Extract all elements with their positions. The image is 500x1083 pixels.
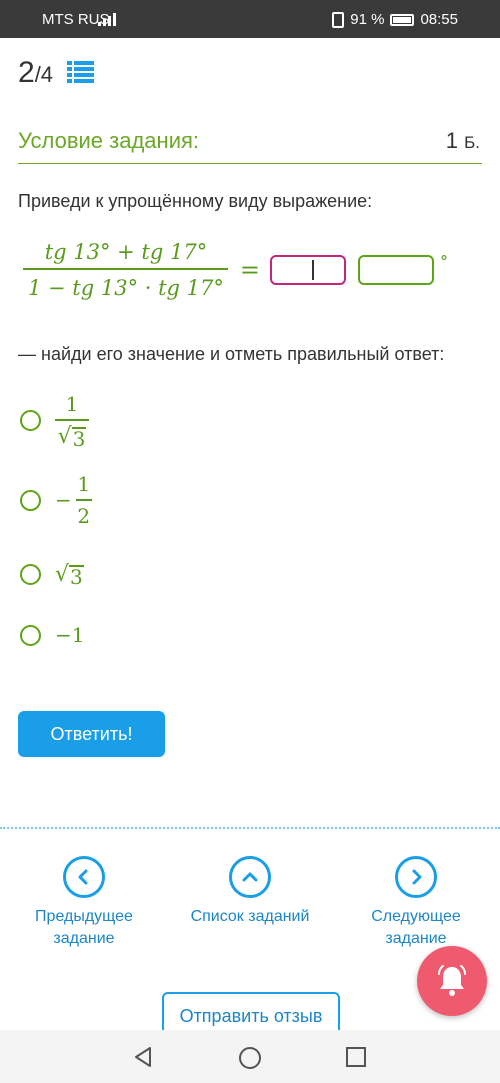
- option-3[interactable]: √ 3: [20, 562, 84, 587]
- battery-icon: [390, 13, 415, 26]
- battery-percent: 91 %: [350, 11, 385, 28]
- home-icon[interactable]: [238, 1046, 262, 1070]
- clock: 08:55: [420, 11, 458, 28]
- option-4[interactable]: −1: [20, 623, 84, 647]
- fraction-bar: [75, 499, 92, 501]
- progress-current: 2: [18, 56, 35, 89]
- dotted-divider: [0, 827, 500, 829]
- option-2-denominator: 2: [77, 504, 91, 528]
- vibrate-icon: [332, 11, 345, 28]
- option-1-numerator: 1: [65, 392, 79, 416]
- option-1-radicand: 3: [71, 427, 87, 451]
- task-progress: 2 /4: [18, 56, 53, 90]
- task-list-icon[interactable]: [67, 60, 94, 84]
- title-divider: [18, 163, 482, 164]
- expression-fraction: tg 13° + tg 17° 1 − tg 13° · tg 17°: [22, 240, 230, 300]
- points-unit: Б.: [464, 133, 480, 152]
- signal-icon: [98, 10, 116, 26]
- option-1[interactable]: 1 √ 3: [20, 392, 89, 449]
- text-cursor: [312, 260, 314, 280]
- prev-task-label-2: задание: [53, 930, 115, 947]
- radio-button[interactable]: [20, 489, 41, 511]
- sqrt-icon: √: [57, 424, 72, 449]
- chevron-up-icon: [229, 856, 271, 898]
- task-list-label: Список заданий: [190, 908, 310, 925]
- chevron-left-icon: [63, 856, 105, 898]
- next-task-label-2: задание: [385, 930, 447, 947]
- send-feedback-button[interactable]: Отправить отзыв: [162, 992, 340, 1032]
- function-input[interactable]: [270, 255, 346, 285]
- recent-apps-icon[interactable]: [345, 1046, 367, 1068]
- radio-button[interactable]: [20, 410, 41, 431]
- status-bar: MTS RUS 91 % 08:55: [0, 0, 500, 38]
- option-1-fraction: 1 √ 3: [55, 392, 89, 449]
- option-4-value: −1: [55, 623, 85, 647]
- status-right: 91 % 08:55: [332, 11, 458, 28]
- task-instruction: — найди его значение и отметь правильный…: [18, 344, 445, 364]
- option-3-radicand: 3: [69, 565, 84, 589]
- progress-total: /4: [34, 62, 54, 87]
- sqrt-icon: √: [55, 562, 70, 587]
- next-task-button[interactable]: Следующее задание: [346, 856, 486, 950]
- option-1-sqrt: √ 3: [58, 424, 87, 449]
- fraction-bar: [55, 419, 89, 421]
- prev-task-button[interactable]: Предыдущее задание: [14, 856, 154, 950]
- equals-sign: =: [239, 256, 260, 284]
- radio-button[interactable]: [20, 564, 41, 585]
- expression-numerator: tg 13° + tg 17°: [44, 240, 208, 264]
- notification-bell-button[interactable]: [417, 946, 487, 1016]
- option-2-numerator: 1: [77, 472, 91, 496]
- expression-denominator: 1 − tg 13° · tg 17°: [28, 276, 224, 300]
- bell-icon: [438, 965, 466, 996]
- system-navigation-bar: [0, 1030, 500, 1083]
- task-prompt: Приведи к упрощённому виду выражение:: [18, 191, 373, 211]
- task-title: Условие задания:: [18, 128, 200, 153]
- points-value: 1: [445, 128, 458, 153]
- task-list-button[interactable]: Список заданий: [180, 856, 320, 928]
- option-2-fraction: 1 2: [75, 472, 92, 528]
- degree-sign: °: [440, 252, 448, 271]
- back-icon[interactable]: [132, 1046, 154, 1068]
- option-2[interactable]: − 1 2: [20, 472, 92, 528]
- prev-task-label-1: Предыдущее: [35, 908, 133, 925]
- math-expression: tg 13° + tg 17° 1 − tg 13° · tg 17° = °: [22, 240, 448, 300]
- next-task-label-1: Следующее: [371, 908, 461, 925]
- option-2-sign: −: [55, 488, 72, 512]
- angle-input[interactable]: [358, 255, 434, 285]
- chevron-right-icon: [395, 856, 437, 898]
- option-3-sqrt: √ 3: [55, 562, 84, 587]
- task-points: 1 Б.: [446, 128, 480, 154]
- submit-answer-button[interactable]: Ответить!: [18, 711, 165, 757]
- radio-button[interactable]: [20, 624, 41, 646]
